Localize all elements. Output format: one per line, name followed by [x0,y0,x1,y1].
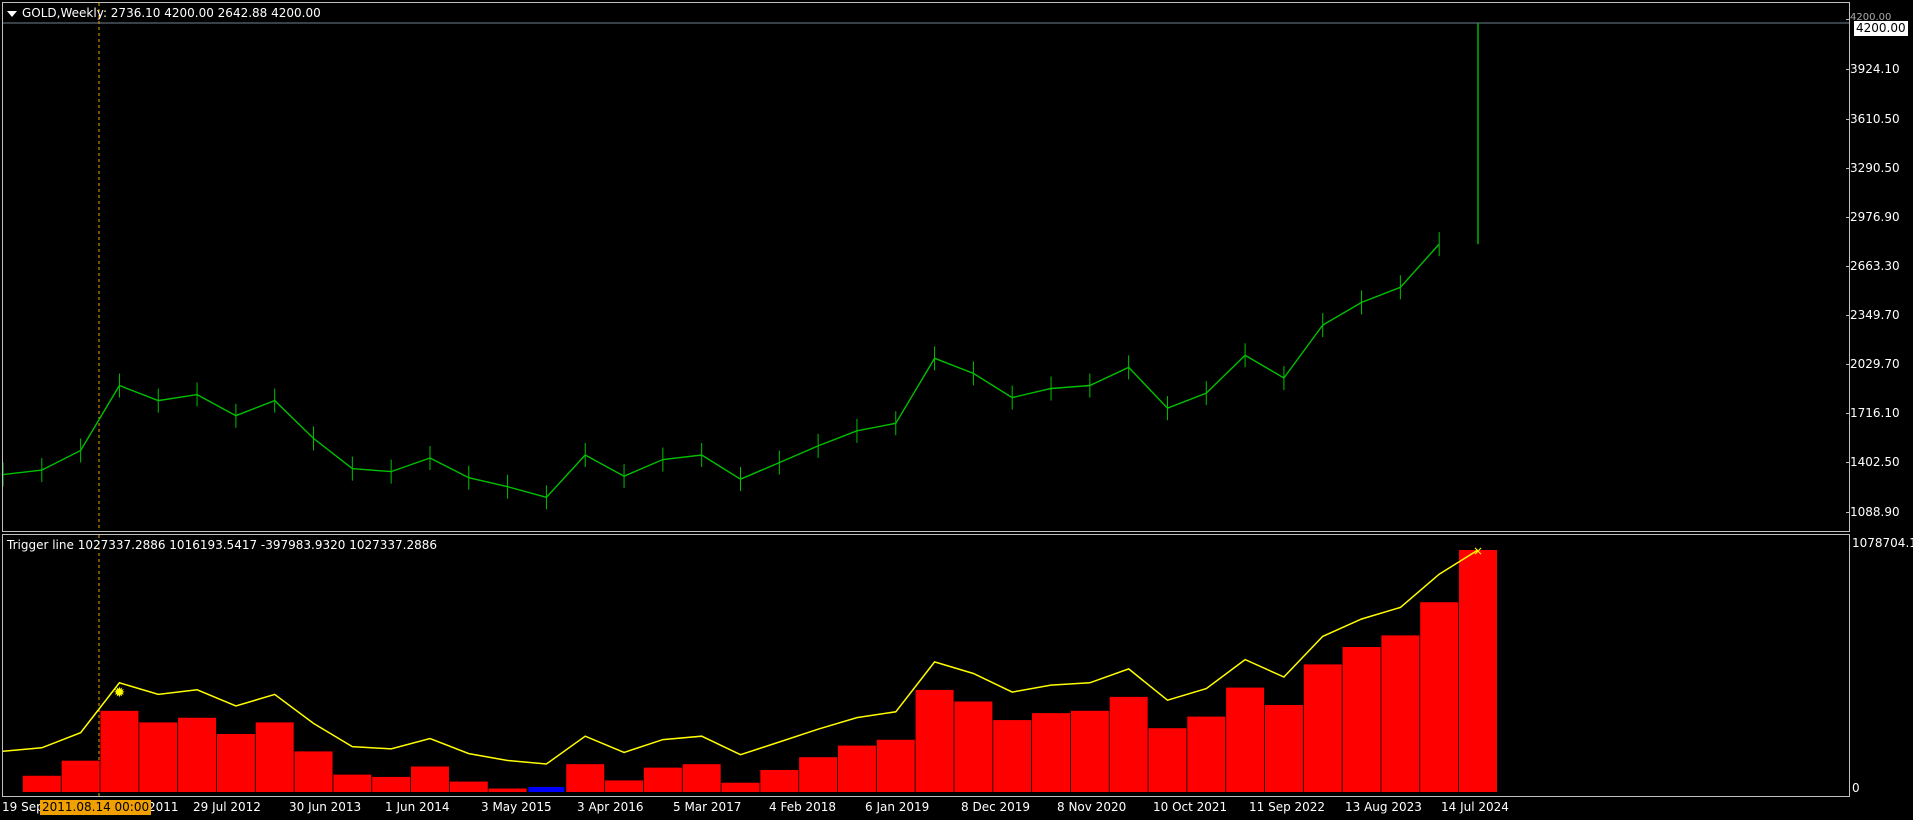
indicator-pane-title: Trigger line 1027337.2886 1016193.5417 -… [7,538,437,552]
histogram-bar-up [1187,716,1226,792]
histogram-bar-up [566,764,605,792]
y-tick: 2976.90 [1846,210,1900,224]
y-tick: 2663.30 [1846,259,1900,273]
histogram-bar-up [721,782,760,792]
indicator-max-label: 1078704.1 [1852,536,1913,550]
y-tick: 1402.50 [1846,455,1900,469]
trigger-cross-marker: × [1473,544,1483,558]
indicator-values: 1027337.2886 1016193.5417 -397983.9320 1… [77,538,438,552]
histogram-bar-up [1381,635,1420,792]
histogram-bar-up [799,757,838,792]
histogram-bar-up [1420,602,1459,792]
histogram-bar-up [837,745,876,792]
y-tick: 3924.10 [1846,62,1900,76]
price-chart-pane[interactable]: GOLD,Weekly: 2736.10 4200.00 2642.88 420… [2,2,1850,532]
price-y-axis[interactable]: 4200.00 3924.10 3610.50 3290.50 2976.90 … [1845,0,1912,530]
x-tick: 2011 [148,800,179,814]
histogram-bar-down [528,787,565,792]
y-tick: 2349.70 [1846,308,1900,322]
histogram-bar-up [1303,664,1342,792]
x-tick: 10 Oct 2021 [1153,800,1228,814]
histogram-bar-up [682,764,721,792]
histogram-bar-up [1070,710,1109,792]
histogram-bar-up [605,780,644,792]
y-tick: 2029.70 [1846,357,1900,371]
crosshair-date-label: 2011.08.14 00:00 [40,800,152,815]
x-tick: 8 Nov 2020 [1057,800,1127,814]
x-tick: 3 May 2015 [481,800,552,814]
y-tick: 3290.50 [1846,161,1900,175]
y-tick: 3610.50 [1846,112,1900,126]
symbol-timeframe: GOLD,Weekly [22,6,103,20]
x-tick: 19 Sep [2,800,44,814]
x-tick: 29 Jul 2012 [193,800,261,814]
histogram-bar-up [178,717,217,792]
histogram-bar-up [410,766,449,792]
histogram-bar-up [1032,713,1071,792]
x-tick: 14 Jul 2024 [1441,800,1509,814]
time-x-axis[interactable]: 19 Sep 2011 29 Jul 2012 30 Jun 2013 1 Ju… [0,797,1913,819]
ohlc-values: 2736.10 4200.00 2642.88 4200.00 [110,6,321,20]
last-price-label: 4200.00 [1853,20,1909,37]
histogram-bar-up [449,781,488,792]
y-tick: 1716.10 [1846,406,1900,420]
y-tick: 1088.90 [1846,505,1900,519]
histogram-bar-up [100,710,139,792]
histogram-bar-up [372,776,411,792]
x-tick: 13 Aug 2023 [1345,800,1422,814]
x-tick: 5 Mar 2017 [673,800,742,814]
price-chart-canvas[interactable] [3,3,1849,531]
price-series-line [3,243,1440,499]
histogram-bar-up [61,760,100,792]
histogram-bar-up [294,751,333,792]
indicator-name: Trigger line [7,538,74,552]
x-tick: 11 Sep 2022 [1249,800,1326,814]
histogram-bar-up [1459,550,1497,792]
histogram-bar-up [139,722,178,792]
histogram-bar-up [1226,687,1265,792]
indicator-pane[interactable]: × ✹ Trigger line 1027337.2886 1016193.541… [2,534,1850,797]
histogram-bar-up [22,775,61,792]
indicator-zero-label: 0 [1852,781,1860,795]
histogram-bar-up [255,722,294,792]
histogram-bar-up [1342,647,1381,792]
indicator-canvas[interactable]: ×✹ [3,535,1849,796]
x-tick: 1 Jun 2014 [385,800,450,814]
histogram-bar-up [760,769,799,792]
histogram-bar-up [643,767,682,792]
histogram-bar-up [915,689,954,792]
x-tick: 4 Feb 2018 [769,800,837,814]
x-tick: 30 Jun 2013 [289,800,362,814]
x-tick: 6 Jan 2019 [865,800,930,814]
histogram-bar-up [488,788,527,792]
histogram-bar-up [876,739,915,792]
histogram-bar-up [954,701,993,792]
histogram-bar-up [216,734,255,792]
histogram-bar-up [1264,705,1303,792]
signal-star-marker: ✹ [113,685,125,701]
x-tick: 8 Dec 2019 [961,800,1031,814]
price-pane-title: GOLD,Weekly: 2736.10 4200.00 2642.88 420… [7,6,321,20]
histogram-bar-up [1109,696,1148,792]
histogram-bar-up [993,720,1032,792]
histogram-bar-up [1148,728,1187,792]
x-tick: 3 Apr 2016 [577,800,644,814]
collapse-triangle-icon[interactable] [7,10,17,17]
histogram-bar-up [333,774,372,792]
